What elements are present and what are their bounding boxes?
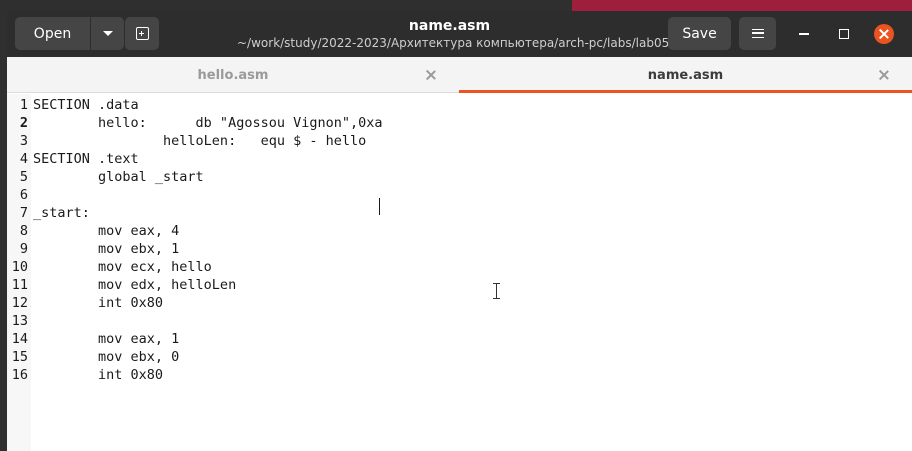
line-text: mov eax, 4 (33, 223, 180, 239)
tab-label: hello.asm (197, 67, 269, 83)
code-line[interactable]: 8 mov eax, 4 (7, 222, 912, 240)
code-line[interactable]: 10 mov ecx, hello (7, 258, 912, 276)
code-line[interactable]: 11 mov edx, helloLen (7, 276, 912, 294)
code-line[interactable]: 1 SECTION .data (7, 96, 912, 114)
line-number: 2 (19, 115, 28, 131)
code-line[interactable]: 14 mov eax, 1 (7, 330, 912, 348)
hamburger-menu-icon (751, 29, 764, 38)
line-number: 12 (11, 295, 28, 311)
code-line[interactable]: 9 mov ebx, 1 (7, 240, 912, 258)
line-number: 9 (19, 241, 28, 257)
tab-close-icon[interactable] (877, 68, 891, 82)
line-number: 10 (11, 259, 28, 275)
open-button[interactable]: Open (15, 17, 90, 50)
open-recent-dropdown-button[interactable] (91, 17, 124, 50)
line-text: global _start (33, 169, 204, 185)
mouse-ibeam-icon (493, 283, 500, 299)
line-text: hello: db "Agossou Vignon",0xa (33, 115, 383, 131)
line-text: int 0x80 (33, 295, 164, 311)
line-number: 3 (19, 133, 28, 149)
code-line[interactable]: 4 SECTION .text (7, 150, 912, 168)
window-title: name.asm (408, 18, 491, 34)
close-window-button[interactable] (874, 24, 894, 44)
tab-bar: hello.asm name.asm (7, 57, 912, 93)
line-number: 14 (11, 331, 28, 347)
line-text: helloLen: equ $ - hello (33, 133, 367, 149)
tab-label: name.asm (647, 67, 724, 83)
line-text: mov ebx, 1 (33, 241, 180, 257)
code-line[interactable]: 15 mov ebx, 0 (7, 348, 912, 366)
code-line[interactable]: 16 int 0x80 (7, 366, 912, 384)
line-text: mov edx, helloLen (33, 277, 237, 293)
open-button-label: Open (33, 25, 72, 42)
header-bar: Open name.asm ~/work/study/2022-2023/Арх… (7, 11, 912, 57)
line-text: mov ecx, hello (33, 259, 212, 275)
line-text: mov ebx, 0 (33, 349, 180, 365)
line-text: int 0x80 (33, 367, 164, 383)
line-text: SECTION .text (33, 151, 139, 167)
line-number: 4 (19, 151, 28, 167)
line-number: 16 (11, 367, 28, 383)
maximize-button[interactable] (834, 24, 854, 44)
line-number: 7 (19, 205, 28, 221)
new-tab-icon (135, 27, 149, 40)
code-line[interactable]: 2 hello: db "Agossou Vignon",0xa (7, 114, 912, 132)
active-tab-indicator (459, 90, 912, 93)
code-line[interactable]: 3 helloLen: equ $ - hello (7, 132, 912, 150)
new-document-button[interactable] (125, 17, 159, 50)
chevron-down-icon (102, 31, 113, 36)
code-line[interactable]: 5 global _start (7, 168, 912, 186)
minimize-button[interactable] (794, 24, 814, 44)
line-number: 6 (19, 187, 28, 203)
minimize-icon (799, 33, 809, 35)
window-title-block: name.asm ~/work/study/2022-2023/Архитект… (237, 17, 670, 51)
line-number: 13 (11, 313, 28, 329)
line-text: _start: (33, 205, 90, 221)
code-line[interactable]: 13 (7, 312, 912, 330)
line-number: 1 (19, 97, 28, 113)
code-line[interactable]: 7 _start: (7, 204, 912, 222)
tab-name-asm[interactable]: name.asm (459, 57, 912, 93)
code-line[interactable]: 6 (7, 186, 912, 204)
line-text: SECTION .data (33, 97, 139, 113)
line-number: 8 (19, 223, 28, 239)
maximize-icon (839, 29, 849, 39)
line-number: 15 (11, 349, 28, 365)
line-number: 5 (19, 169, 28, 185)
line-number: 11 (11, 277, 28, 293)
save-button-label: Save (682, 25, 717, 42)
line-text: mov eax, 1 (33, 331, 180, 347)
file-path: ~/work/study/2022-2023/Архитектура компь… (237, 36, 670, 50)
gedit-window: Open name.asm ~/work/study/2022-2023/Арх… (7, 11, 912, 451)
text-editor-area[interactable]: 1 SECTION .data 2 hello: db "Agossou Vigno… (7, 94, 912, 451)
tab-hello-asm[interactable]: hello.asm (7, 57, 459, 93)
save-button[interactable]: Save (668, 17, 731, 50)
close-icon (879, 29, 889, 39)
text-cursor (379, 198, 380, 215)
tab-close-icon[interactable] (424, 68, 438, 82)
code-line[interactable]: 12 int 0x80 (7, 294, 912, 312)
main-menu-button[interactable] (739, 17, 776, 50)
